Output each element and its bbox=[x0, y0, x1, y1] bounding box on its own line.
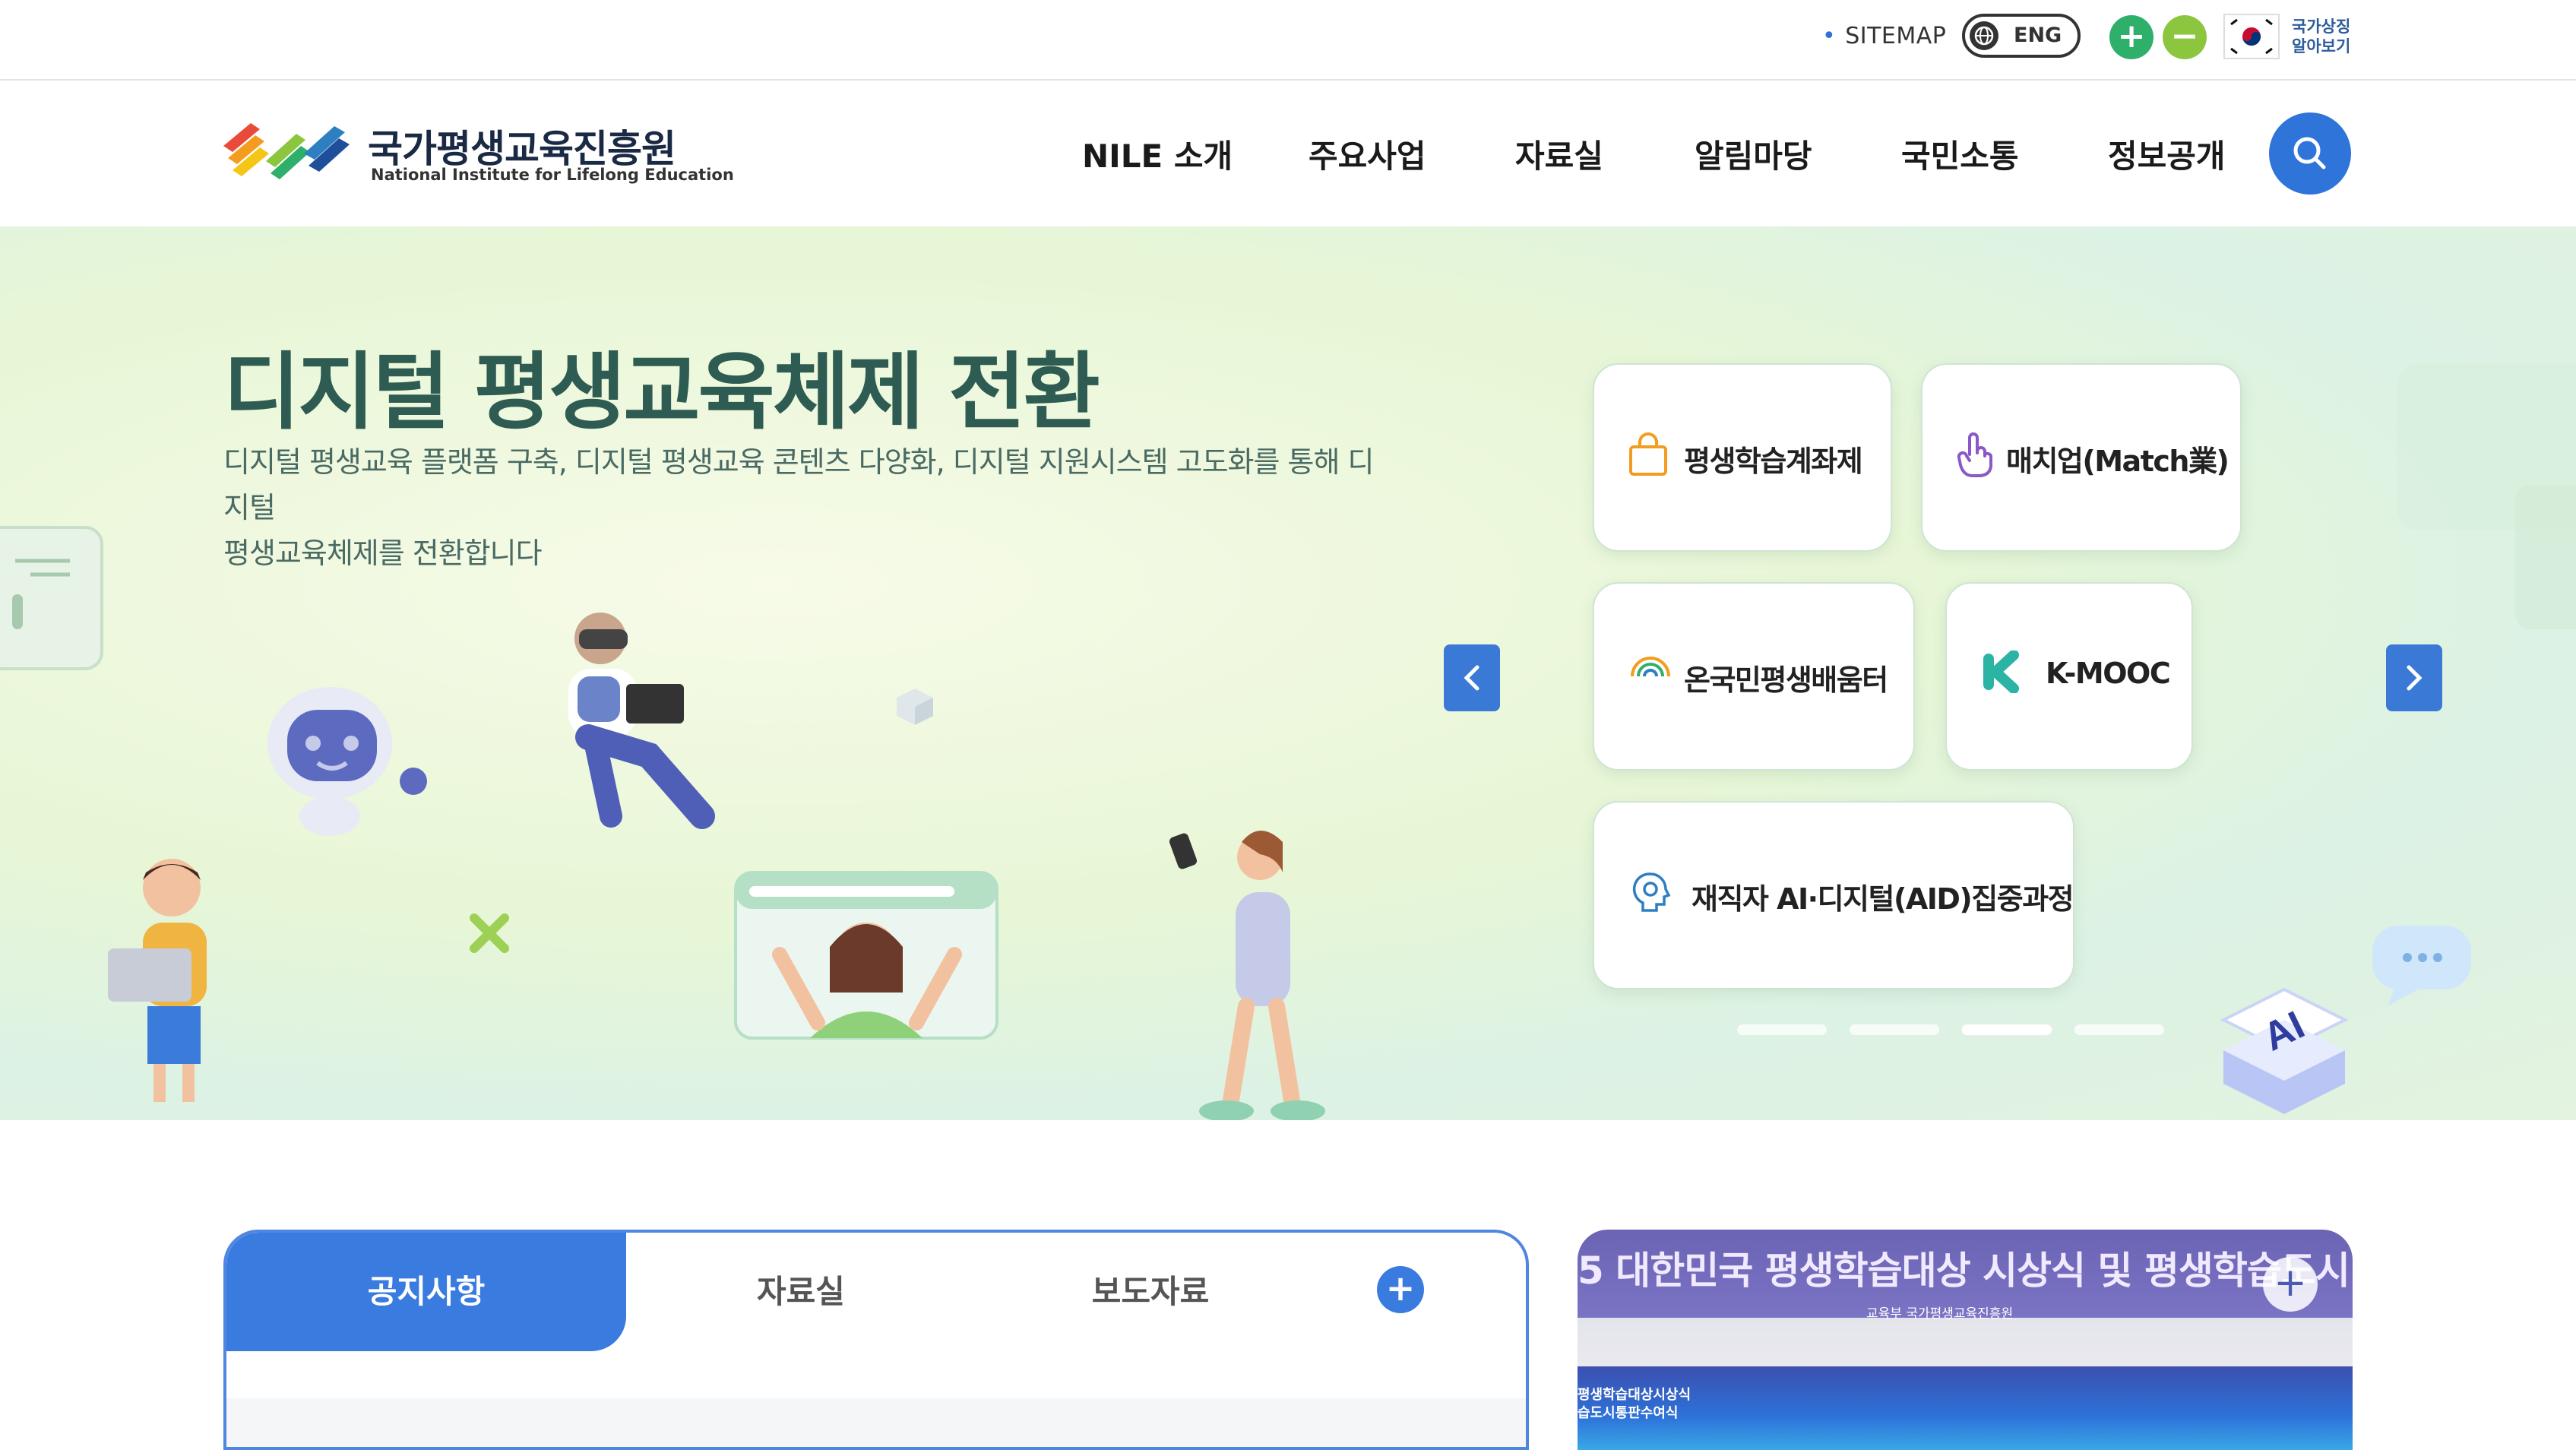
rainbow-icon bbox=[1631, 657, 1670, 677]
carousel-prev-button[interactable] bbox=[1444, 644, 1500, 711]
nav-item-business[interactable]: 주요사업 bbox=[1309, 131, 1426, 177]
zoom-in-button[interactable]: + bbox=[2109, 15, 2154, 59]
carousel-dot-active[interactable] bbox=[1962, 1024, 2052, 1035]
woman-phone-illustration bbox=[1163, 819, 1345, 1120]
cube-decoration-icon bbox=[892, 684, 938, 733]
shopping-bag-icon bbox=[1629, 432, 1667, 476]
card-kmooc-label: K-MOOC bbox=[2046, 657, 2171, 690]
globe-icon bbox=[1970, 21, 1998, 50]
card-lifelong-account-label: 평생학습계좌제 bbox=[1684, 445, 1863, 478]
hero-description: 디지털 평생교육 플랫폼 구축, 디지털 평생교육 콘텐츠 다양화, 디지털 지… bbox=[223, 439, 1378, 576]
main-header: 국가평생교육진흥원 National Institute for Lifelon… bbox=[0, 81, 2576, 226]
sitemap-label: SITEMAP bbox=[1845, 23, 1947, 49]
search-icon bbox=[2293, 137, 2326, 169]
nav-item-archive[interactable]: 자료실 bbox=[1515, 131, 1603, 177]
nav-item-communication[interactable]: 국민소통 bbox=[1901, 131, 2019, 177]
banner-stage-line-1: 평생학습대상시상식 bbox=[1578, 1387, 1691, 1403]
national-emblem-link[interactable]: 국가상징 알아보기 bbox=[2292, 17, 2350, 56]
zoom-out-button[interactable]: − bbox=[2163, 15, 2207, 59]
board-more-button[interactable]: + bbox=[1377, 1266, 1424, 1313]
search-button[interactable] bbox=[2269, 112, 2351, 195]
chat-bubble-icon bbox=[2365, 918, 2479, 1012]
card-kmooc[interactable]: K-MOOC bbox=[1945, 582, 2193, 771]
person-vr-illustration bbox=[550, 603, 748, 850]
hero-title: 디지털 평생교육체제 전환 bbox=[223, 344, 1100, 441]
card-aid-course-label: 재직자 AI·디지털(AID)집중과정 bbox=[1691, 882, 2074, 916]
x-decoration-icon bbox=[467, 910, 512, 959]
card-matchup[interactable]: 매치업(Match業) bbox=[1921, 363, 2242, 552]
carousel-dot[interactable] bbox=[1850, 1024, 1939, 1035]
boy-laptop-illustration bbox=[102, 850, 239, 1120]
board-tabs-panel: 공지사항 자료실 보도자료 + bbox=[223, 1230, 1529, 1450]
nav-item-notice[interactable]: 알림마당 bbox=[1695, 131, 1812, 177]
event-banner[interactable]: 5 대한민국 평생학습대상 시상식 및 평생학습도시 통판 교육부 국가평생교육… bbox=[1578, 1230, 2353, 1450]
banner-stage-text: 평생학습대상시상식 습도시통판수여식 bbox=[1578, 1386, 1691, 1423]
card-matchup-label: 매치업(Match業) bbox=[2006, 445, 2229, 478]
hero-desc-line-1: 디지털 평생교육 플랫폼 구축, 디지털 평생교육 콘텐츠 다양화, 디지털 지… bbox=[223, 445, 1375, 524]
card-lifelong-account[interactable]: 평생학습계좌제 bbox=[1593, 363, 1892, 552]
side-panel-illustration bbox=[0, 524, 106, 679]
language-toggle[interactable]: ENG bbox=[1962, 14, 2081, 58]
hero-section: 디지털 평생교육체제 전환 디지털 평생교육 플랫폼 구축, 디지털 평생교육 … bbox=[0, 226, 2576, 1120]
k-mooc-icon bbox=[1983, 651, 2019, 693]
utility-bar: • SITEMAP ENG + − 국가상징 알아보기 bbox=[0, 0, 2576, 81]
woman-screen-illustration bbox=[734, 871, 1023, 1056]
carousel-next-button[interactable] bbox=[2386, 644, 2442, 711]
carousel-dot[interactable] bbox=[1737, 1024, 1827, 1035]
card-aid-course[interactable]: 재직자 AI·디지털(AID)집중과정 bbox=[1593, 801, 2074, 989]
national-flag-icon[interactable] bbox=[2223, 14, 2280, 59]
banner-more-button[interactable]: + bbox=[2263, 1257, 2318, 1312]
brain-gear-icon bbox=[1632, 872, 1671, 912]
sitemap-link[interactable]: • SITEMAP bbox=[1822, 23, 1946, 49]
card-all-citizens-learning[interactable]: 온국민평생배움터 bbox=[1593, 582, 1915, 771]
hand-pointer-icon bbox=[1957, 432, 1992, 477]
tab-archive[interactable]: 자료실 bbox=[626, 1233, 976, 1351]
banner-stage-line-2: 습도시통판수여식 bbox=[1578, 1405, 1679, 1421]
tab-notice[interactable]: 공지사항 bbox=[226, 1233, 626, 1351]
banner-title: 5 대한민국 평생학습대상 시상식 및 평생학습도시 통판 bbox=[1578, 1249, 2353, 1293]
carousel-pagination bbox=[1737, 1024, 2166, 1035]
nile-logo-icon[interactable] bbox=[220, 116, 357, 195]
hero-desc-line-2: 평생교육체제를 전환합니다 bbox=[223, 537, 543, 570]
ai-badge-illustration: AI bbox=[2216, 986, 2353, 1120]
card-all-citizens-learning-label: 온국민평생배움터 bbox=[1684, 663, 1888, 697]
language-label: ENG bbox=[2014, 24, 2062, 47]
logo-subtitle: National Institute for Lifelong Educatio… bbox=[371, 166, 734, 184]
robot-illustration bbox=[264, 660, 447, 845]
carousel-dot[interactable] bbox=[2074, 1024, 2164, 1035]
chevron-right-icon bbox=[2407, 665, 2423, 691]
emblem-line-2: 알아보기 bbox=[2292, 37, 2351, 55]
tab-press[interactable]: 보도자료 bbox=[976, 1233, 1325, 1351]
nav-item-disclosure[interactable]: 정보공개 bbox=[2108, 131, 2226, 177]
nav-item-about[interactable]: NILE 소개 bbox=[1082, 131, 1233, 177]
chevron-left-icon bbox=[1464, 665, 1479, 691]
side-panel-right-illustration bbox=[2394, 348, 2576, 640]
emblem-line-1: 국가상징 bbox=[2292, 17, 2351, 36]
banner-subtitle: 교육부 국가평생교육진흥원 bbox=[1866, 1306, 2014, 1322]
